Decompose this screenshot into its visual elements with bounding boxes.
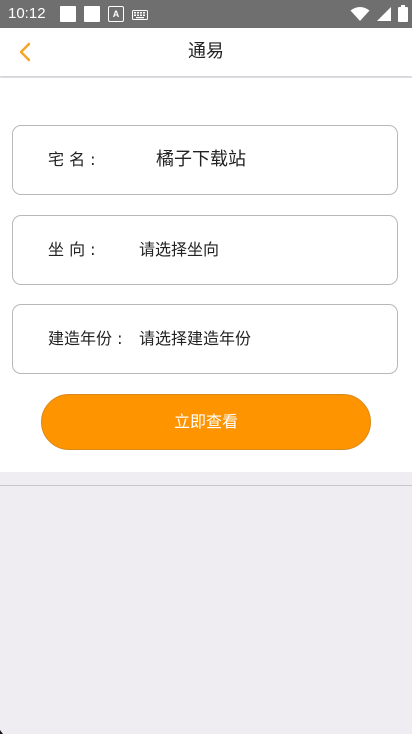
system-icons [350, 5, 408, 22]
signal-icon [377, 6, 391, 21]
build-year-placeholder[interactable]: 请选择建造年份 [139, 328, 251, 350]
battery-icon [398, 5, 408, 22]
keyboard-icon [132, 10, 148, 20]
orientation-select[interactable]: 坐 向 : 请选择坐向 [12, 215, 398, 285]
orientation-label: 坐 向 : [48, 240, 96, 259]
notification-icons: A [60, 6, 148, 22]
notification-square-icon [84, 6, 100, 22]
house-name-field[interactable]: 宅 名 : 橘子下载站 [12, 125, 398, 195]
build-year-label: 建造年份 : [48, 329, 123, 348]
house-name-value[interactable]: 橘子下载站 [156, 148, 246, 172]
app-bar: 通易 [0, 28, 412, 76]
status-bar: 10:12 A [0, 0, 412, 28]
status-time: 10:12 [8, 5, 46, 22]
a-icon: A [108, 6, 124, 22]
build-year-select[interactable]: 建造年份 : 请选择建造年份 [12, 304, 398, 374]
house-name-label: 宅 名 : [48, 150, 96, 169]
page-title: 通易 [188, 41, 224, 62]
wifi-icon [350, 6, 370, 21]
view-now-button[interactable]: 立即查看 [41, 394, 371, 450]
notification-square-icon [60, 6, 76, 22]
corner-mark-icon [0, 730, 3, 734]
orientation-placeholder[interactable]: 请选择坐向 [139, 239, 219, 261]
divider [0, 485, 412, 486]
